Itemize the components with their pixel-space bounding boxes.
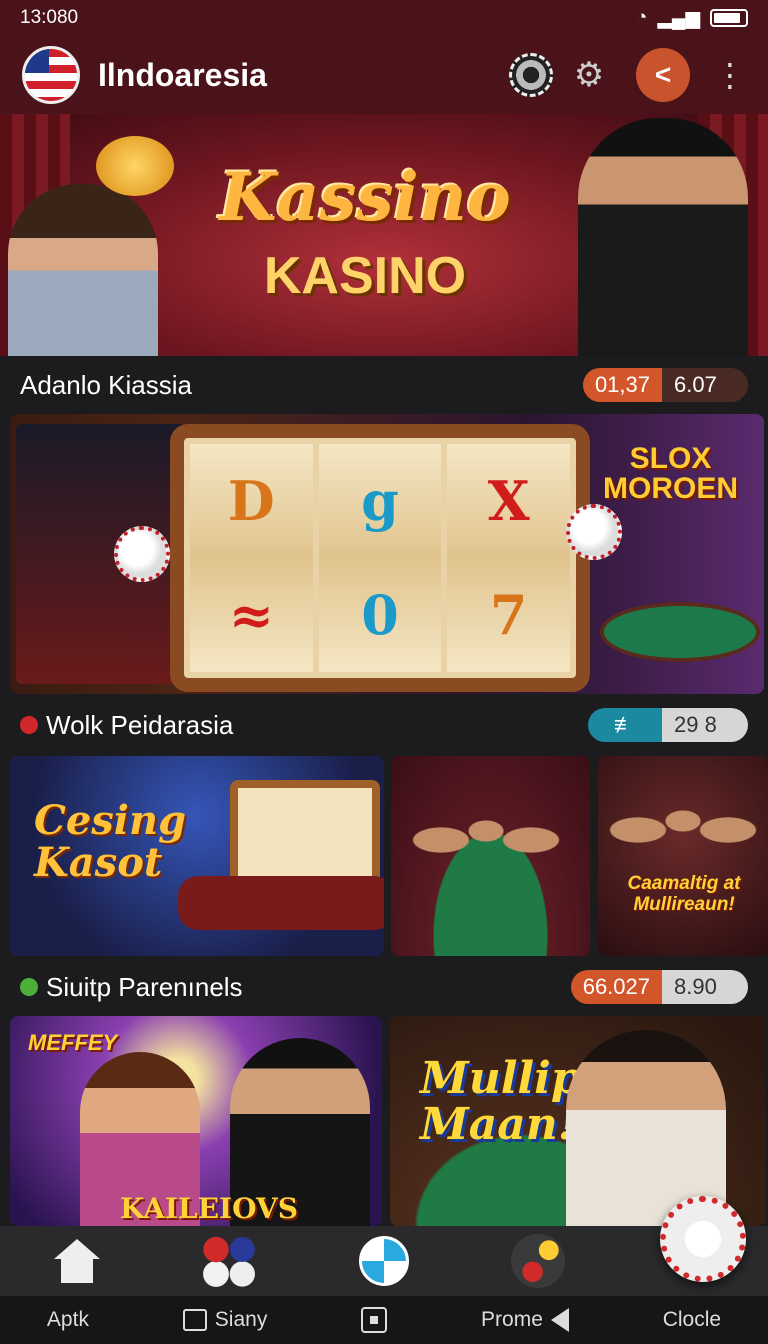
- stat-pill-2[interactable]: ≢ 29 8: [588, 708, 748, 742]
- more-menu-icon[interactable]: ⋮: [714, 56, 746, 94]
- cocktail-icon: ≢: [588, 708, 662, 742]
- slot-game-card[interactable]: D ≈ g 0 X 7 SLOX MOROEN: [10, 414, 764, 694]
- back-icon: [550, 1308, 569, 1332]
- cesing-line1: Cesing: [34, 797, 187, 844]
- hero-subtitle: KASINO: [263, 247, 467, 305]
- system-nav-close-label: Clocle: [662, 1308, 722, 1331]
- square-home-icon: [361, 1307, 388, 1333]
- cesing-title: Cesing Kasot: [34, 800, 186, 884]
- casino-chip-icon: [566, 504, 622, 560]
- stat-value-b: 8.90: [662, 970, 748, 1004]
- reel-symbol: ≈: [228, 583, 274, 647]
- mini-table-image: [178, 876, 384, 930]
- section-header-2: Wolk Peidarasia ≢ 29 8: [0, 696, 768, 754]
- reel-symbol: D: [227, 469, 275, 533]
- stat-pill-3[interactable]: 66.027 8.90: [570, 970, 748, 1004]
- hero-man-image: [578, 118, 748, 358]
- green-dot-icon: [20, 978, 38, 996]
- section-header-3: Siuitp Parenınels 66.027 8.90: [0, 958, 768, 1016]
- chip-icon[interactable]: [508, 52, 554, 98]
- hero-banner[interactable]: [0, 114, 768, 358]
- gold-coin-icon: [96, 136, 174, 196]
- multiplayer-title: Caamaltig at Mullireaun!: [627, 873, 741, 915]
- stat-value-a: 66.027: [570, 970, 662, 1004]
- stat-pill-1[interactable]: 01,37 6.07: [582, 368, 748, 402]
- chip-stack-icon[interactable]: [508, 1231, 568, 1291]
- section-title-1: Adanlo Kiassia: [20, 369, 192, 400]
- gear-icon[interactable]: ⚙: [566, 52, 612, 98]
- poker-table-image: [600, 602, 760, 662]
- flag-icon[interactable]: [22, 46, 80, 104]
- mini-slot-image: [230, 780, 380, 890]
- stat-value-b: 6.07: [662, 368, 748, 402]
- status-icons: ◔ ▂▄▆: [636, 7, 748, 30]
- stat-value-2: 29 8: [662, 708, 748, 742]
- reel-symbol: 0: [361, 583, 399, 647]
- reel-symbol: 7: [489, 583, 528, 647]
- mullip-maan-card[interactable]: Mullip Maan!: [390, 1016, 766, 1226]
- hero-woman-image: [8, 184, 158, 358]
- mullip-title: Mullip Maan!: [420, 1053, 582, 1151]
- share-button[interactable]: <: [636, 48, 690, 102]
- system-nav-promo[interactable]: Prome: [481, 1308, 569, 1332]
- system-nav-close[interactable]: Clocle: [663, 1308, 721, 1332]
- stat-value-a: 01,37: [582, 368, 662, 402]
- slot-logo-line1: SLOX: [629, 442, 712, 475]
- reel-symbol: g: [361, 469, 399, 533]
- reel-2: g 0: [318, 444, 442, 672]
- system-nav-apk-label: Aptk: [46, 1308, 89, 1331]
- players-image: [411, 786, 561, 876]
- chat-icon: [182, 1309, 207, 1331]
- status-time: 13:080: [20, 7, 79, 28]
- mullip-line2: Maan!: [420, 1099, 578, 1151]
- cesing-line2: Kasot: [34, 839, 163, 886]
- chips-icon[interactable]: [200, 1231, 260, 1291]
- reel-symbol: X: [487, 469, 530, 533]
- poker-table-card[interactable]: [391, 756, 590, 956]
- group-image: [608, 776, 758, 866]
- slot-reels: D ≈ g 0 X 7: [170, 424, 590, 692]
- slot-logo: SLOX MOROEN: [603, 444, 738, 504]
- system-nav-home[interactable]: [361, 1307, 388, 1333]
- section-title-2-text: Wolk Peidarasia: [46, 709, 234, 740]
- red-dot-icon: [20, 716, 38, 734]
- section-header-1: Adanlo Kiassia 01,37 6.07: [0, 356, 768, 414]
- system-nav-story-label: Siany: [214, 1308, 268, 1331]
- status-bar: 13:080 ◔ ▂▄▆: [0, 0, 768, 36]
- kaleiovs-badge: MEFFEY: [28, 1030, 118, 1055]
- mullip-line1: Mullip: [420, 1053, 582, 1104]
- wifi-icon: ◔: [635, 7, 648, 28]
- bottom-nav: [0, 1226, 768, 1296]
- app-title: Ilndoaresia: [98, 56, 267, 93]
- multiplayer-card[interactable]: Caamaltig at Mullireaun!: [598, 756, 768, 956]
- home-icon[interactable]: [47, 1231, 107, 1291]
- slot-logo-line2: MOROEN: [603, 472, 738, 505]
- reel-1: D ≈: [190, 444, 313, 672]
- system-nav-story[interactable]: Siany: [182, 1308, 268, 1332]
- signal-icon: ▂▄▆: [657, 7, 700, 29]
- section-title-3-text: Siuitp Parenınels: [46, 971, 243, 1002]
- system-nav-bar: Aptk Siany Prome Clocle: [0, 1296, 768, 1344]
- section-title-3: Siuitp Parenınels: [20, 972, 571, 1003]
- casino-chip-icon: [114, 526, 170, 582]
- hero-title: Kassino: [219, 158, 511, 236]
- battery-icon: [710, 9, 748, 27]
- section-title-2: Wolk Peidarasia: [20, 710, 588, 741]
- reel-3: X 7: [447, 444, 571, 672]
- kaleiovs-title: KAILEIOVS: [120, 1192, 298, 1225]
- floating-chip-button[interactable]: [660, 1196, 746, 1282]
- share-icon: <: [654, 59, 672, 90]
- app-header: Ilndoaresia ⚙ < ⋮: [0, 36, 768, 114]
- cesing-kasot-card[interactable]: Cesing Kasot: [10, 756, 384, 956]
- kaleiovs-card[interactable]: MEFFEY KAILEIOVS: [10, 1016, 382, 1226]
- wheel-icon[interactable]: [354, 1231, 414, 1291]
- system-nav-apk[interactable]: Aptk: [47, 1308, 89, 1332]
- system-nav-promo-label: Prome: [481, 1308, 543, 1331]
